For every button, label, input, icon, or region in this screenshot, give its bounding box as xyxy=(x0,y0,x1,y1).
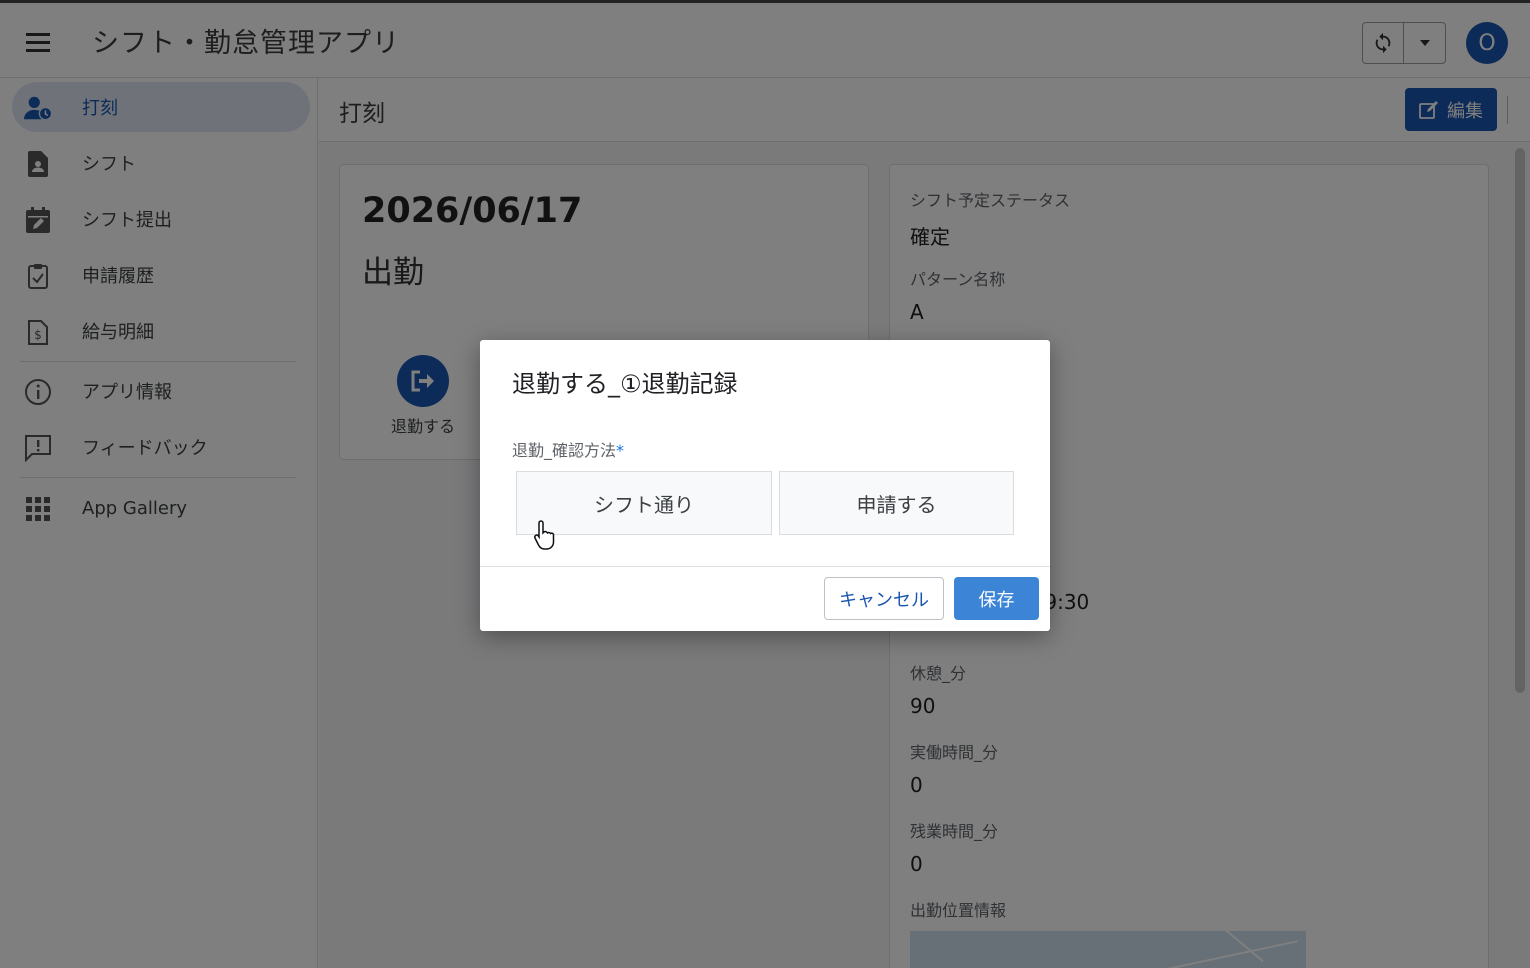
choice-apply-button[interactable]: 申請する xyxy=(779,471,1014,535)
dialog-divider xyxy=(480,566,1050,567)
cancel-button[interactable]: キャンセル xyxy=(824,577,944,620)
clock-out-dialog: 退勤する_①退勤記録 退勤_確認方法* シフト通り 申請する キャンセル 保存 xyxy=(480,340,1050,631)
confirm-method-label: 退勤_確認方法* xyxy=(512,437,624,461)
required-mark: * xyxy=(616,441,625,460)
dialog-title: 退勤する_①退勤記録 xyxy=(512,370,738,398)
save-button[interactable]: 保存 xyxy=(954,577,1039,620)
hand-pointer-icon xyxy=(534,520,555,550)
confirm-method-label-text: 退勤_確認方法 xyxy=(512,441,617,460)
